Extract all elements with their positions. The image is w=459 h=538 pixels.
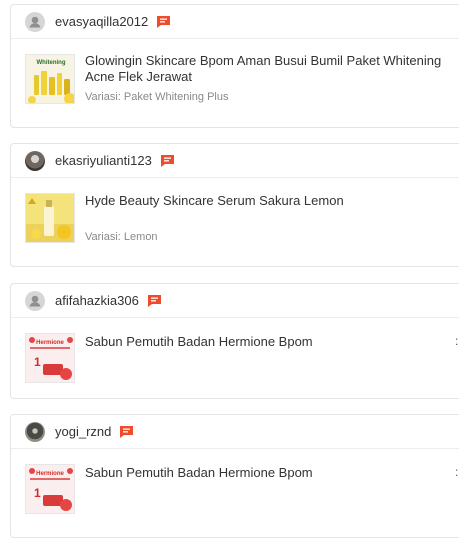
product-image[interactable] bbox=[25, 193, 75, 243]
user-avatar-icon[interactable] bbox=[25, 11, 45, 32]
chat-icon[interactable] bbox=[156, 15, 171, 29]
review-header: yogi_rznd bbox=[11, 415, 459, 449]
review-card: afifahazkia306 Hermione 1 Sabun Pemutih … bbox=[10, 283, 459, 399]
user-photo-avatar[interactable] bbox=[25, 150, 45, 171]
product-image[interactable]: Hermione 1 bbox=[25, 464, 75, 514]
username[interactable]: ekasriyulianti123 bbox=[55, 153, 152, 168]
username[interactable]: yogi_rznd bbox=[55, 424, 111, 439]
chat-icon[interactable] bbox=[160, 154, 175, 168]
review-header: ekasriyulianti123 bbox=[11, 144, 459, 178]
product-variant: Variasi: Paket Whitening Plus bbox=[85, 91, 229, 103]
username[interactable]: evasyaqilla2012 bbox=[55, 14, 148, 29]
review-card: yogi_rznd Hermione 1 Sabun Pemutih Badan… bbox=[10, 414, 459, 538]
chat-icon[interactable] bbox=[147, 294, 162, 308]
review-list: evasyaqilla2012 Whitening Glowingin Skin… bbox=[0, 0, 459, 538]
product-variant: Variasi: Lemon bbox=[85, 231, 158, 243]
review-card: ekasriyulianti123 Hyde Beauty Skincare S… bbox=[10, 143, 459, 267]
product-image-label: Hermione bbox=[36, 471, 64, 477]
product-name[interactable]: Hyde Beauty Skincare Serum Sakura Lemon bbox=[85, 193, 459, 209]
review-header: evasyaqilla2012 bbox=[11, 5, 459, 39]
review-card: evasyaqilla2012 Whitening Glowingin Skin… bbox=[10, 4, 459, 128]
product-image-label: Whitening bbox=[37, 60, 66, 66]
user-avatar-icon[interactable] bbox=[25, 290, 45, 311]
product-name[interactable]: Sabun Pemutih Badan Hermione Bpom bbox=[85, 334, 459, 350]
product-image[interactable]: Hermione 1 bbox=[25, 333, 75, 383]
user-photo-avatar[interactable] bbox=[25, 421, 45, 442]
svg-text:1: 1 bbox=[34, 355, 41, 369]
svg-text:1: 1 bbox=[34, 486, 41, 500]
more-options-icon[interactable]: : bbox=[455, 334, 458, 348]
product-image[interactable]: Whitening bbox=[25, 54, 75, 104]
chat-icon[interactable] bbox=[119, 425, 134, 439]
product-name[interactable]: Sabun Pemutih Badan Hermione Bpom bbox=[85, 465, 459, 481]
more-options-icon[interactable]: : bbox=[455, 465, 458, 479]
review-header: afifahazkia306 bbox=[11, 284, 459, 318]
username[interactable]: afifahazkia306 bbox=[55, 293, 139, 308]
product-image-label: Hermione bbox=[36, 340, 64, 346]
product-name[interactable]: Glowingin Skincare Bpom Aman Busui Bumil… bbox=[85, 53, 459, 85]
